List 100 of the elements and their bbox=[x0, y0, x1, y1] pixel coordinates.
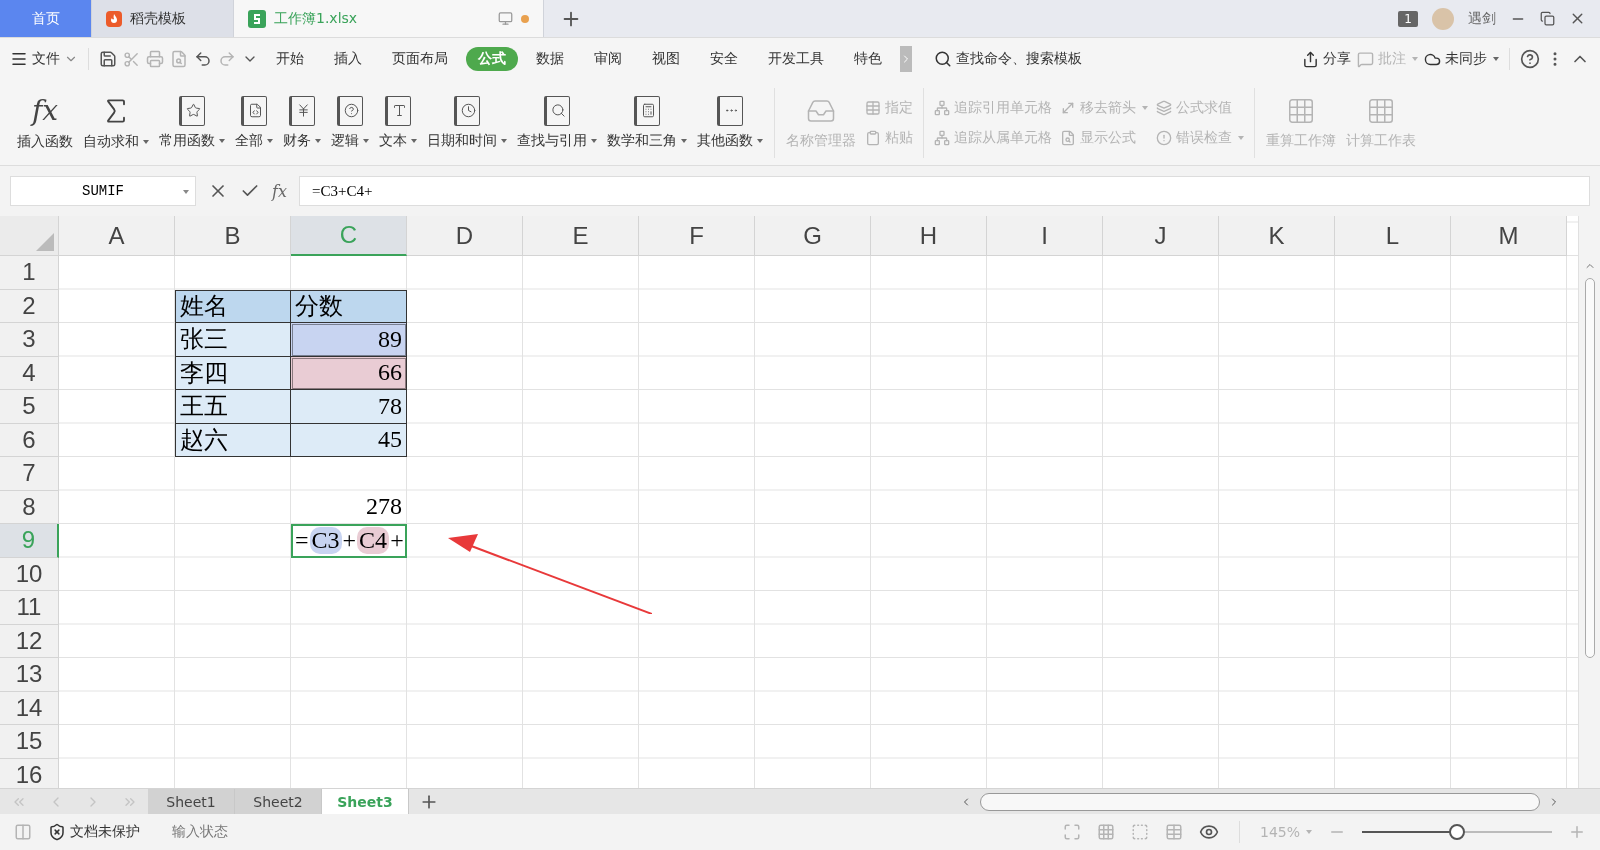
ribbon-tab[interactable]: 特色 bbox=[842, 47, 894, 71]
eye-icon[interactable] bbox=[1198, 822, 1219, 842]
editing-cell[interactable]: =C3+C4+ bbox=[291, 524, 407, 558]
window-count-badge[interactable]: 1 bbox=[1398, 10, 1418, 27]
row-header[interactable]: 11 bbox=[0, 591, 59, 625]
row-header[interactable]: 6 bbox=[0, 423, 59, 457]
column-header[interactable]: H bbox=[871, 216, 987, 256]
column-header[interactable]: L bbox=[1335, 216, 1451, 256]
function-button[interactable]: 逻辑 bbox=[326, 93, 374, 152]
ribbon-tab[interactable]: 审阅 bbox=[582, 47, 634, 71]
sheet-tab[interactable]: Sheet1 bbox=[148, 789, 235, 814]
function-button[interactable]: 查找与引用 bbox=[512, 93, 602, 152]
user-name[interactable]: 遇剑 bbox=[1468, 9, 1496, 28]
input-mode-status: 输入状态 bbox=[172, 823, 228, 841]
row-header[interactable]: 3 bbox=[0, 323, 59, 357]
chevron-right-icon[interactable] bbox=[900, 46, 912, 72]
zoom-thumb[interactable] bbox=[1449, 824, 1465, 840]
ribbon-tab[interactable]: 视图 bbox=[640, 47, 692, 71]
file-menu[interactable]: 文件 bbox=[10, 50, 78, 68]
row-header[interactable]: 7 bbox=[0, 457, 59, 491]
row-header[interactable]: 1 bbox=[0, 256, 59, 290]
cell-reference: C4 bbox=[357, 527, 390, 555]
undo-icon[interactable] bbox=[194, 50, 212, 68]
book-icon bbox=[337, 95, 363, 126]
sheet-tab[interactable]: Sheet2 bbox=[235, 789, 322, 814]
monitor-icon[interactable] bbox=[498, 11, 513, 26]
function-button[interactable]: 文本 bbox=[374, 93, 422, 152]
ribbon-tab[interactable]: 插入 bbox=[322, 47, 374, 71]
protection-status[interactable]: 文档未保护 bbox=[48, 823, 140, 841]
save-icon[interactable] bbox=[99, 50, 117, 68]
audit-icon bbox=[1156, 129, 1172, 146]
scrollbar-thumb[interactable] bbox=[1584, 278, 1595, 658]
book-icon bbox=[179, 95, 205, 126]
menu-icon bbox=[10, 50, 28, 68]
column-header[interactable]: F bbox=[639, 216, 755, 256]
print-icon[interactable] bbox=[146, 50, 164, 68]
table-cell: 分数 bbox=[291, 289, 407, 323]
row-header[interactable]: 10 bbox=[0, 557, 59, 591]
formula-field[interactable]: =C3+C4+ bbox=[298, 176, 1590, 206]
search-icon bbox=[934, 50, 952, 68]
table-cell: 王五 bbox=[175, 390, 291, 424]
zoom-in-icon[interactable] bbox=[1568, 823, 1586, 841]
sync-button[interactable]: 未同步 bbox=[1424, 50, 1499, 68]
avatar[interactable] bbox=[1432, 7, 1454, 30]
restore-icon[interactable] bbox=[1540, 11, 1555, 26]
function-button[interactable]: 全部 bbox=[230, 93, 278, 152]
spreadsheet-logo-icon bbox=[248, 9, 266, 28]
row-header[interactable]: 2 bbox=[0, 289, 59, 323]
redo-icon[interactable] bbox=[218, 50, 236, 68]
table-cell: 66 bbox=[291, 356, 407, 390]
function-button[interactable]: 其他函数 bbox=[692, 93, 768, 152]
formula-operator: = bbox=[295, 527, 309, 555]
share-icon bbox=[1302, 50, 1319, 68]
column-header[interactable]: D bbox=[407, 216, 523, 256]
book-icon bbox=[717, 95, 743, 126]
row-header[interactable]: 8 bbox=[0, 490, 59, 524]
share-button[interactable]: 分享 bbox=[1302, 50, 1351, 68]
column-header[interactable]: J bbox=[1103, 216, 1219, 256]
row-header[interactable]: 16 bbox=[0, 758, 59, 788]
row-header[interactable]: 15 bbox=[0, 725, 59, 759]
column-header[interactable]: M bbox=[1451, 216, 1567, 256]
column-header[interactable]: B bbox=[175, 216, 291, 256]
row-header[interactable]: 12 bbox=[0, 624, 59, 658]
row-header[interactable]: 5 bbox=[0, 390, 59, 424]
insert-function-button[interactable]: fx bbox=[272, 181, 287, 201]
book-icon bbox=[385, 95, 411, 126]
function-button[interactable]: 日期和时间 bbox=[422, 93, 512, 152]
column-header[interactable]: G bbox=[755, 216, 871, 256]
scrollbar-thumb[interactable] bbox=[980, 792, 1540, 811]
column-header[interactable]: I bbox=[987, 216, 1103, 256]
comment-icon bbox=[1357, 50, 1374, 68]
ribbon-tab[interactable]: 开始 bbox=[264, 47, 316, 71]
row-header[interactable]: 13 bbox=[0, 658, 59, 692]
function-button[interactable]: 自动求和 bbox=[78, 92, 154, 153]
normal-view-icon[interactable] bbox=[1096, 823, 1115, 841]
print-preview-icon[interactable] bbox=[170, 50, 188, 68]
command-search[interactable]: 查找命令、搜索模板 bbox=[934, 50, 1082, 68]
row-header[interactable]: 4 bbox=[0, 356, 59, 390]
function-button[interactable]: 常用函数 bbox=[154, 93, 230, 152]
function-button[interactable]: 财务 bbox=[278, 93, 326, 152]
function-glyph: fx bbox=[31, 94, 59, 127]
function-button[interactable]: 数学和三角 bbox=[602, 93, 692, 152]
function-button[interactable]: fx 插入函数 bbox=[12, 92, 78, 153]
row-header[interactable]: 14 bbox=[0, 691, 59, 725]
name-box[interactable]: SUMIF bbox=[10, 176, 196, 206]
document-tab[interactable]: 稻壳模板 bbox=[92, 0, 234, 37]
ribbon-tab[interactable]: 数据 bbox=[524, 47, 576, 71]
select-all-corner[interactable] bbox=[0, 216, 59, 256]
column-header[interactable]: A bbox=[59, 216, 175, 256]
help-icon[interactable] bbox=[1520, 49, 1540, 69]
cell-reference: C3 bbox=[309, 527, 342, 555]
ribbon-tab[interactable]: 页面布局 bbox=[380, 47, 460, 71]
caret-icon bbox=[183, 190, 189, 194]
fullscreen-icon[interactable] bbox=[1062, 823, 1081, 841]
ribbon-tab[interactable]: 安全 bbox=[698, 47, 750, 71]
column-header[interactable]: K bbox=[1219, 216, 1335, 256]
column-header[interactable]: E bbox=[523, 216, 639, 256]
caret-icon bbox=[1493, 57, 1499, 61]
formula-operator: + bbox=[390, 527, 404, 555]
ribbon-tab[interactable]: 开发工具 bbox=[756, 47, 836, 71]
